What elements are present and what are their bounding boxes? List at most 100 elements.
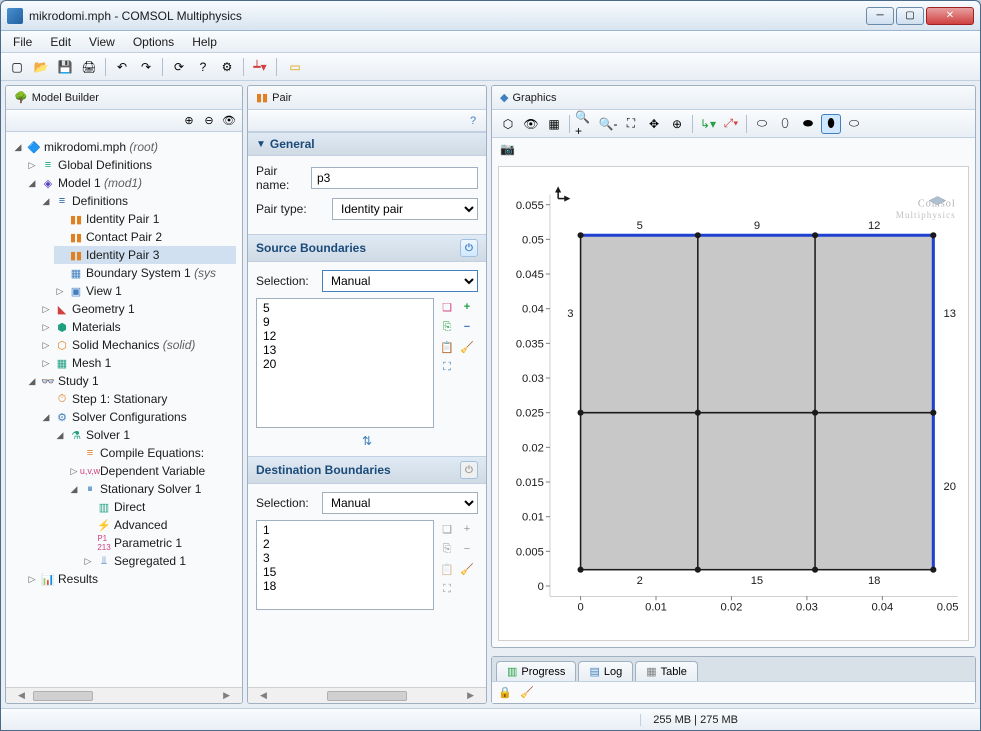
tree-toggle-icon[interactable]: ▷: [40, 321, 52, 333]
tree-model1[interactable]: ◢ ◈ Model 1 (mod1): [26, 174, 236, 192]
help-icon[interactable]: ?: [464, 112, 482, 130]
tree-toggle-icon[interactable]: ◢: [12, 141, 24, 153]
dest-selection-select[interactable]: Manual: [322, 492, 478, 514]
tree-toggle-icon[interactable]: ▷: [82, 555, 94, 567]
tree-toggle-icon[interactable]: ▷: [26, 573, 38, 585]
list-item[interactable]: 13: [259, 343, 431, 357]
graphics-tab[interactable]: ◆ Graphics: [492, 86, 975, 110]
pair-hscrollbar[interactable]: ◀▶: [248, 687, 486, 703]
tree-toggle-icon[interactable]: ▷: [40, 303, 52, 315]
tree-parametric-1[interactable]: P1213 Parametric 1: [82, 534, 236, 552]
activate-source-button[interactable]: ⏻: [460, 239, 478, 257]
graphics-canvas[interactable]: 0.055 0.05 0.045 0.04 0.035 0.03 0.025 0…: [498, 166, 969, 641]
tab-log[interactable]: ▤Log: [578, 661, 633, 681]
select-boundary-icon[interactable]: ⬬: [798, 114, 818, 134]
redo-icon[interactable]: ↷: [136, 57, 156, 77]
tab-table[interactable]: ▦Table: [635, 661, 698, 681]
list-item[interactable]: 15: [259, 565, 431, 579]
source-boundaries-list[interactable]: 5 9 12 13 20: [256, 298, 434, 428]
tree-contact-pair-2[interactable]: ▮▮ Contact Pair 2: [54, 228, 236, 246]
tree-compile-eq[interactable]: ≡ Compile Equations:: [68, 444, 236, 462]
tree-view-1[interactable]: ▷ ▣ View 1: [54, 282, 236, 300]
tree-direct[interactable]: ▥ Direct: [82, 498, 236, 516]
axis-orient-icon[interactable]: ↳▾: [698, 114, 718, 134]
activate-selection-icon[interactable]: ❏: [438, 298, 456, 316]
zoom-box-icon[interactable]: ⛶: [621, 114, 641, 134]
paste-sel-icon[interactable]: 📋: [438, 338, 456, 356]
list-item[interactable]: 18: [259, 579, 431, 593]
activate-dest-button[interactable]: ⏻: [460, 461, 478, 479]
tree-toggle-icon[interactable]: ◢: [40, 195, 52, 207]
maximize-button[interactable]: ▢: [896, 7, 924, 25]
clear-log-icon[interactable]: 🧹: [518, 684, 536, 702]
zoom-sel-icon[interactable]: ⛶: [438, 358, 456, 376]
zoom-in-icon[interactable]: 🔍+: [575, 114, 595, 134]
zoom-extents-icon[interactable]: ✥: [644, 114, 664, 134]
tab-progress[interactable]: ▥Progress: [496, 661, 576, 681]
menu-edit[interactable]: Edit: [42, 33, 79, 51]
pair-tab[interactable]: ▮▮ Pair: [248, 86, 486, 110]
list-item[interactable]: 1: [259, 523, 431, 537]
menu-view[interactable]: View: [81, 33, 123, 51]
section-general[interactable]: ▼ General: [248, 132, 486, 156]
tree-step-1[interactable]: ⏱ Step 1: Stationary: [40, 390, 236, 408]
section-source-boundaries[interactable]: Source Boundaries ⏻: [248, 234, 486, 262]
list-item[interactable]: 3: [259, 551, 431, 565]
tree-segregated-1[interactable]: ▷ ⫫ Segregated 1: [82, 552, 236, 570]
save-icon[interactable]: 💾: [55, 57, 75, 77]
tree-geometry-1[interactable]: ▷ ◣ Geometry 1: [40, 300, 236, 318]
menu-file[interactable]: File: [5, 33, 40, 51]
transparency-icon[interactable]: 👁: [521, 114, 541, 134]
tree-toggle-icon[interactable]: ▷: [54, 285, 66, 297]
show-icon[interactable]: 👁: [220, 112, 238, 130]
tree-results[interactable]: ▷ 📊 Results: [26, 570, 236, 588]
ruler-icon[interactable]: ▭: [283, 57, 307, 77]
zoom-selected-icon[interactable]: ⊕: [667, 114, 687, 134]
collapse-icon[interactable]: ⊖: [200, 112, 218, 130]
tree-solver-configs[interactable]: ◢ ⚙ Solver Configurations: [40, 408, 236, 426]
scene-light-icon[interactable]: ⬡: [498, 114, 518, 134]
add-icon[interactable]: +: [458, 298, 476, 316]
section-dest-boundaries[interactable]: Destination Boundaries ⏻: [248, 456, 486, 484]
tree-root[interactable]: ◢ 🔷 mikrodomi.mph (root): [12, 138, 236, 156]
tree-advanced[interactable]: ⚡ Advanced: [82, 516, 236, 534]
refresh-icon[interactable]: ⟳: [169, 57, 189, 77]
expand-icon[interactable]: ⊕: [180, 112, 198, 130]
print-icon[interactable]: 🖨: [79, 57, 99, 77]
list-item[interactable]: 12: [259, 329, 431, 343]
tree-toggle-icon[interactable]: ◢: [26, 177, 38, 189]
pair-name-input[interactable]: [311, 167, 478, 189]
open-icon[interactable]: 📂: [31, 57, 51, 77]
tree-toggle-icon[interactable]: ◢: [26, 375, 38, 387]
tree-solid-mechanics[interactable]: ▷ ⬡ Solid Mechanics (solid): [40, 336, 236, 354]
select-all-icon[interactable]: ⬭: [844, 114, 864, 134]
new-icon[interactable]: ▢: [7, 57, 27, 77]
menu-help[interactable]: Help: [184, 33, 225, 51]
tree-definitions[interactable]: ◢ ≡ Definitions: [40, 192, 236, 210]
zoom-out-icon[interactable]: 🔍-: [598, 114, 618, 134]
model-builder-tab[interactable]: 🌳 Model Builder: [6, 86, 242, 110]
tree-stationary-solver-1[interactable]: ◢ ⏸ Stationary Solver 1: [68, 480, 236, 498]
tree-identity-pair-3[interactable]: ▮▮ Identity Pair 3: [54, 246, 236, 264]
minimize-button[interactable]: ─: [866, 7, 894, 25]
remove-icon[interactable]: −: [458, 318, 476, 336]
wireframe-icon[interactable]: ▦: [544, 114, 564, 134]
tree-toggle-icon[interactable]: ▷: [68, 465, 80, 477]
tree-study-1[interactable]: ◢ 👓 Study 1: [26, 372, 236, 390]
tree-dependent-vars[interactable]: ▷ u,v,w Dependent Variable: [68, 462, 236, 480]
list-item[interactable]: 5: [259, 301, 431, 315]
tree-solver-1[interactable]: ◢ ⚗ Solver 1: [54, 426, 236, 444]
help-icon[interactable]: ?: [193, 57, 213, 77]
undo-icon[interactable]: ↶: [112, 57, 132, 77]
tree-toggle-icon[interactable]: ▷: [40, 339, 52, 351]
select-point-icon[interactable]: ⬭: [752, 114, 772, 134]
close-button[interactable]: ✕: [926, 7, 974, 25]
tree-materials[interactable]: ▷ ⬢ Materials: [40, 318, 236, 336]
menu-options[interactable]: Options: [125, 33, 182, 51]
camera-icon[interactable]: ⤢▾: [721, 114, 741, 134]
axis-icon[interactable]: ┷▾: [250, 57, 270, 77]
tree-global-definitions[interactable]: ▷ ≡ Global Definitions: [26, 156, 236, 174]
pair-type-select[interactable]: Identity pair: [332, 198, 478, 220]
list-item[interactable]: 9: [259, 315, 431, 329]
tree-toggle-icon[interactable]: ◢: [68, 483, 80, 495]
